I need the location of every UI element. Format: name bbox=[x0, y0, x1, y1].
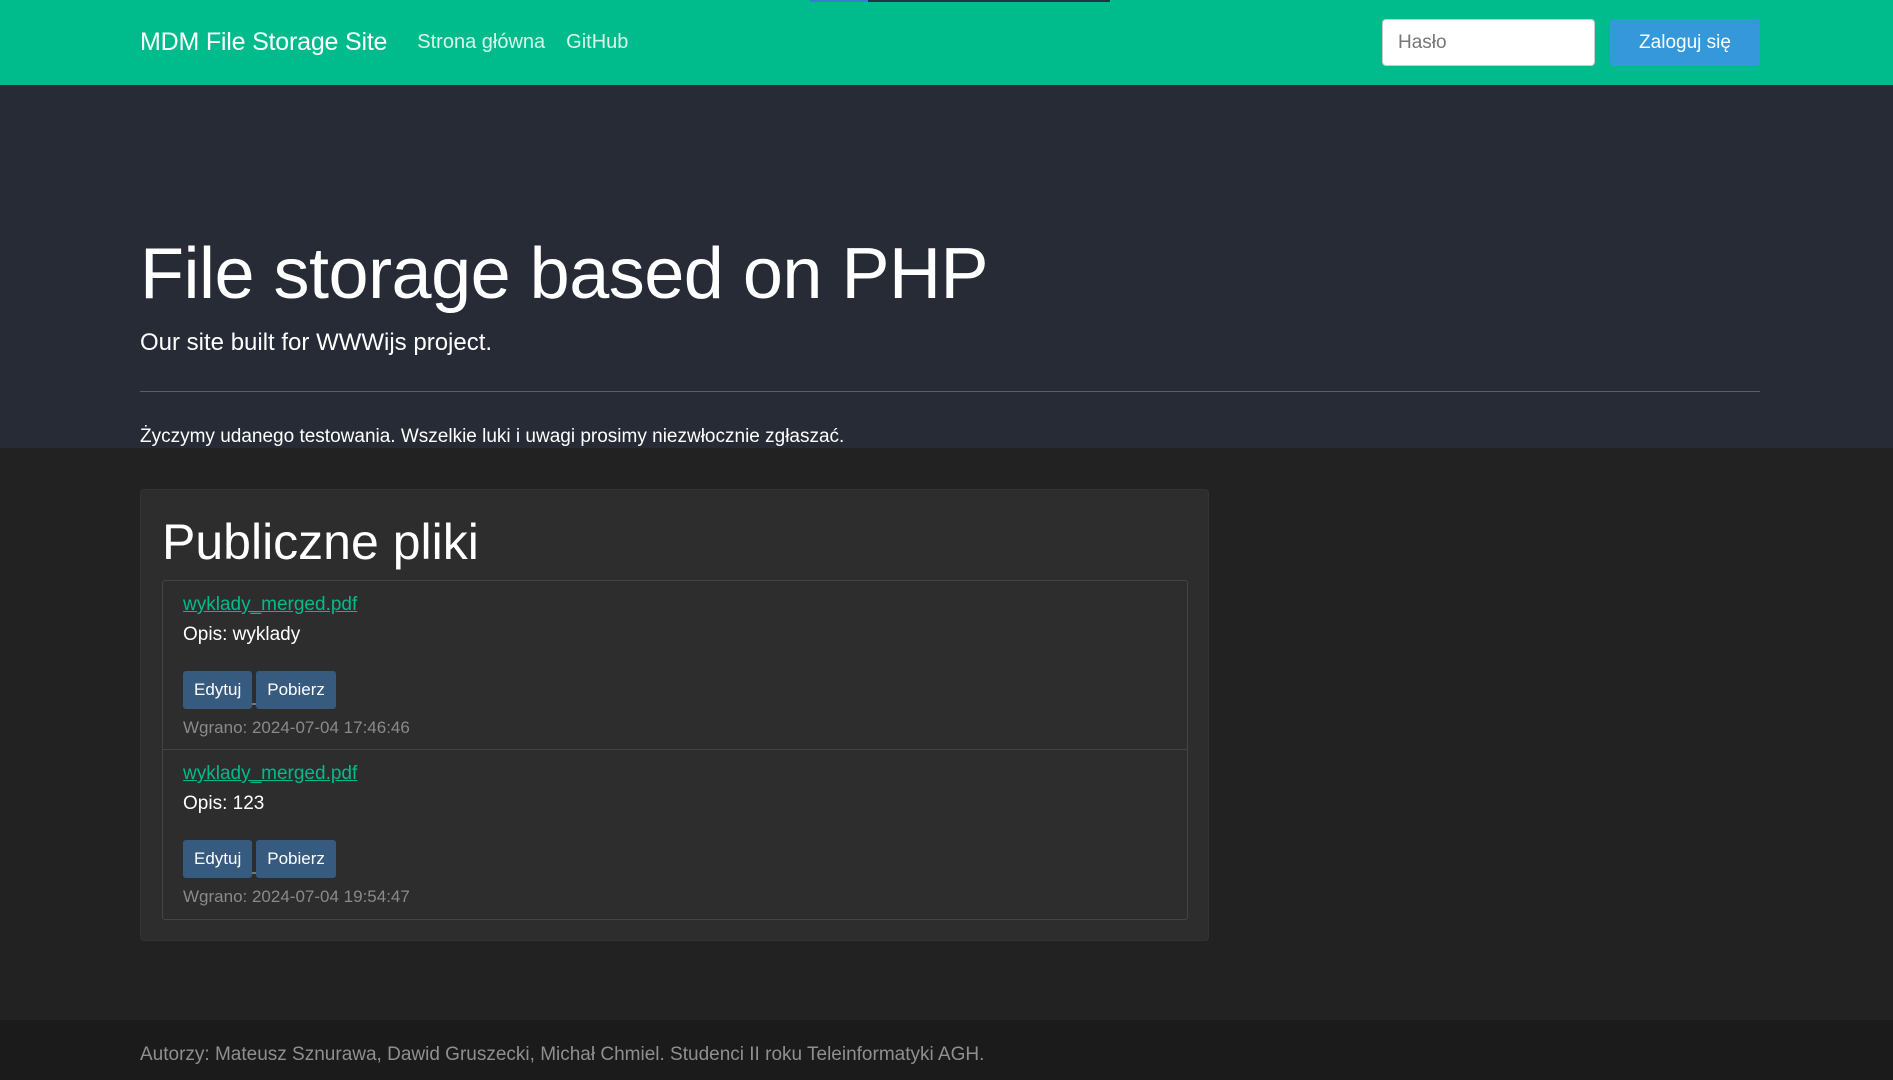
download-button[interactable]: Pobierz bbox=[256, 840, 336, 878]
file-description: Opis: 123 bbox=[183, 793, 265, 814]
list-item: wyklady_merged.pdf Opis: 123 Edytuj Pobi… bbox=[163, 750, 1187, 919]
nav-link-github[interactable]: GitHub bbox=[566, 31, 628, 54]
edit-button[interactable]: Edytuj bbox=[183, 840, 253, 878]
nav-link-home[interactable]: Strona główna bbox=[417, 31, 545, 54]
list-item: wyklady_merged.pdf Opis: wyklady Edytuj … bbox=[163, 581, 1187, 750]
file-actions: Edytuj Pobierz bbox=[183, 671, 336, 709]
divider bbox=[140, 391, 1760, 392]
site-brand[interactable]: MDM File Storage Site bbox=[140, 28, 387, 57]
file-description: Opis: wyklady bbox=[183, 624, 301, 645]
file-actions: Edytuj Pobierz bbox=[183, 840, 336, 878]
login-form: Zaloguj się bbox=[1382, 19, 1760, 66]
public-files-title: Publiczne pliki bbox=[162, 514, 479, 570]
file-list: wyklady_merged.pdf Opis: wyklady Edytuj … bbox=[162, 580, 1188, 920]
footer-authors: Autorzy: Mateusz Sznurawa, Dawid Gruszec… bbox=[140, 1044, 985, 1065]
page-subtitle: Our site built for WWWijs project. bbox=[140, 329, 493, 356]
upload-date: Wgrano: 2024-07-04 19:54:47 bbox=[183, 887, 410, 906]
download-button[interactable]: Pobierz bbox=[256, 671, 336, 709]
footer: Autorzy: Mateusz Sznurawa, Dawid Gruszec… bbox=[0, 1020, 1893, 1080]
navbar: MDM File Storage Site Strona główna GitH… bbox=[0, 0, 1893, 85]
upload-date: Wgrano: 2024-07-04 17:46:46 bbox=[183, 718, 410, 737]
welcome-text: Życzymy udanego testowania. Wszelkie luk… bbox=[140, 426, 845, 447]
password-input[interactable] bbox=[1382, 19, 1595, 66]
login-button[interactable]: Zaloguj się bbox=[1610, 19, 1760, 66]
file-link[interactable]: wyklady_merged.pdf bbox=[183, 594, 357, 616]
page-title: File storage based on PHP bbox=[140, 234, 988, 314]
public-files-card: Publiczne pliki wyklady_merged.pdf Opis:… bbox=[140, 489, 1209, 941]
edit-button[interactable]: Edytuj bbox=[183, 671, 253, 709]
hero-section: File storage based on PHP Our site built… bbox=[0, 85, 1893, 448]
file-link[interactable]: wyklady_merged.pdf bbox=[183, 763, 357, 785]
